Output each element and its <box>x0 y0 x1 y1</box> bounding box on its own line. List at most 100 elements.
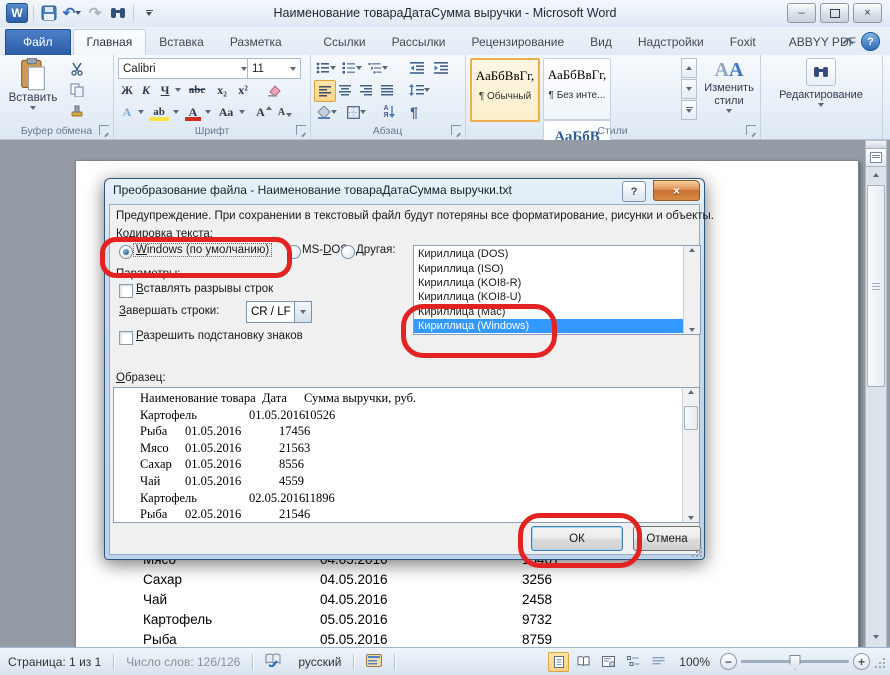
numbering-icon[interactable] <box>340 58 364 78</box>
help-icon[interactable]: ? <box>861 32 880 51</box>
style-card[interactable]: АаБбВвГг, ¶ Без инте... <box>543 58 611 120</box>
grow-font-icon[interactable]: А <box>254 102 274 122</box>
ribbon-tab[interactable]: Рецензирование <box>458 30 577 55</box>
shrink-font-icon[interactable]: А <box>275 102 295 122</box>
change-styles-button[interactable]: АА Изменить стили <box>701 59 757 113</box>
borders-icon[interactable] <box>343 102 369 122</box>
font-color-dropdown-icon[interactable] <box>203 102 212 122</box>
scroll-up-icon[interactable] <box>683 390 699 394</box>
view-web-layout-icon[interactable] <box>598 652 619 672</box>
view-outline-icon[interactable] <box>623 652 644 672</box>
font-size-combo[interactable]: 11 <box>247 58 301 79</box>
scrollbar-thumb[interactable] <box>867 185 885 387</box>
scroll-up-icon[interactable] <box>684 248 700 252</box>
strikethrough-icon[interactable]: abc <box>184 80 210 100</box>
ribbon-tab[interactable]: Главная <box>73 29 147 55</box>
ribbon-tab[interactable]: Надстройки <box>625 30 717 55</box>
checkbox-substitution-label[interactable]: Разрешить подстановку знаков <box>136 330 303 342</box>
zoom-slider-thumb[interactable] <box>790 655 801 670</box>
style-card[interactable]: АаБбВвГг, ¶ Обычный <box>470 58 540 122</box>
customize-qat-icon[interactable] <box>139 3 159 23</box>
word-count[interactable]: Число слов: 126/126 <box>118 655 248 669</box>
view-print-layout-icon[interactable] <box>548 652 569 672</box>
encoding-list-item[interactable]: Кириллица (KOI8-U) <box>414 290 683 304</box>
line-end-combo[interactable]: CR / LF <box>246 301 312 323</box>
scroll-up-icon[interactable] <box>866 167 886 183</box>
minimize-ribbon-icon[interactable] <box>840 34 856 48</box>
clear-formatting-icon[interactable] <box>262 80 286 100</box>
ribbon-tab[interactable]: Рассылки <box>379 30 459 55</box>
show-marks-icon[interactable]: ¶ <box>404 102 424 122</box>
zoom-slider[interactable] <box>741 660 849 663</box>
multilevel-list-icon[interactable] <box>366 58 390 78</box>
font-dialog-launcher[interactable] <box>296 125 306 135</box>
bullets-icon[interactable] <box>314 58 338 78</box>
highlight-dropdown-icon[interactable] <box>171 102 180 122</box>
encoding-list-item[interactable]: Кириллица (KOI8-R) <box>414 276 683 290</box>
encoding-list-scrollbar[interactable] <box>683 246 700 334</box>
change-case-dropdown-icon[interactable] <box>237 102 246 122</box>
decrease-indent-icon[interactable] <box>406 58 428 78</box>
sample-scrollbar[interactable] <box>682 388 699 522</box>
ribbon-tab[interactable]: Вид <box>577 30 625 55</box>
paragraph-dialog-launcher[interactable] <box>451 125 461 135</box>
checkbox-line-breaks-label[interactable]: Вставлять разрывы строк <box>136 283 273 295</box>
dialog-resize-grip[interactable] <box>690 545 702 557</box>
minimize-button[interactable]: – <box>787 3 816 23</box>
ribbon-tab[interactable]: Ссылки <box>310 30 378 55</box>
italic-icon[interactable]: К <box>137 80 155 100</box>
font-color-icon[interactable]: А <box>183 102 203 122</box>
undo-icon[interactable]: ↶ <box>62 3 82 23</box>
cut-icon[interactable] <box>66 59 88 79</box>
styles-scroll-down-icon[interactable] <box>681 79 697 99</box>
justify-icon[interactable] <box>377 80 397 100</box>
encoding-list-item[interactable]: Кириллица (ISO) <box>414 261 683 275</box>
text-effects-icon[interactable]: А <box>118 102 136 122</box>
zoom-out-icon[interactable]: − <box>720 653 737 670</box>
radio-other[interactable] <box>341 245 355 259</box>
zoom-level[interactable]: 100% <box>673 655 716 669</box>
ribbon-tab[interactable]: Foxit PDF <box>717 30 776 55</box>
scroll-down-icon[interactable] <box>684 328 700 332</box>
align-left-icon[interactable] <box>314 80 336 102</box>
superscript-icon[interactable]: x² <box>233 80 253 100</box>
subscript-icon[interactable]: x₂ <box>212 80 232 100</box>
view-fullscreen-reading-icon[interactable] <box>573 652 594 672</box>
underline-icon[interactable]: Ч <box>156 80 174 100</box>
change-case-icon[interactable]: Аа <box>215 102 237 122</box>
format-painter-icon[interactable] <box>66 101 88 121</box>
styles-more-icon[interactable] <box>681 100 697 120</box>
close-button[interactable]: × <box>853 3 882 23</box>
scroll-down-icon[interactable] <box>866 629 886 645</box>
styles-scroll-up-icon[interactable] <box>681 58 697 78</box>
proofing-icon[interactable] <box>257 653 290 670</box>
shading-icon[interactable] <box>314 102 340 122</box>
align-right-icon[interactable] <box>356 80 376 100</box>
increase-indent-icon[interactable] <box>430 58 452 78</box>
encoding-list-item[interactable]: Кириллица (DOS) <box>414 247 683 261</box>
sort-icon[interactable]: АЯ <box>378 102 400 122</box>
bold-icon[interactable]: Ж <box>118 80 136 100</box>
page-indicator[interactable]: Страница: 1 из 1 <box>0 655 109 669</box>
underline-dropdown-icon[interactable] <box>173 80 183 100</box>
highlight-color-icon[interactable]: ab <box>147 102 171 122</box>
radio-other-label[interactable]: Другая: <box>356 244 396 256</box>
line-spacing-icon[interactable] <box>406 80 432 100</box>
zoom-in-icon[interactable]: + <box>853 653 870 670</box>
editing-button[interactable]: Редактирование <box>760 58 882 107</box>
scroll-down-icon[interactable] <box>683 516 699 520</box>
view-draft-icon[interactable] <box>648 652 669 672</box>
dialog-help-icon[interactable]: ? <box>622 181 646 202</box>
language-indicator[interactable]: русский <box>290 655 349 669</box>
vertical-scrollbar[interactable] <box>865 140 887 648</box>
ribbon-tab[interactable]: Файл <box>5 29 71 55</box>
font-name-combo[interactable]: Calibri <box>118 58 252 79</box>
combo-dropdown-icon[interactable] <box>294 302 311 322</box>
macro-record-icon[interactable] <box>358 654 390 670</box>
checkbox-substitution[interactable] <box>119 331 133 345</box>
word-logo-icon[interactable]: W <box>6 3 28 23</box>
copy-icon[interactable] <box>66 80 88 100</box>
scrollbar-thumb[interactable] <box>684 406 698 430</box>
window-resize-grip[interactable] <box>874 655 886 669</box>
ruler-toggle-icon[interactable] <box>866 149 886 167</box>
